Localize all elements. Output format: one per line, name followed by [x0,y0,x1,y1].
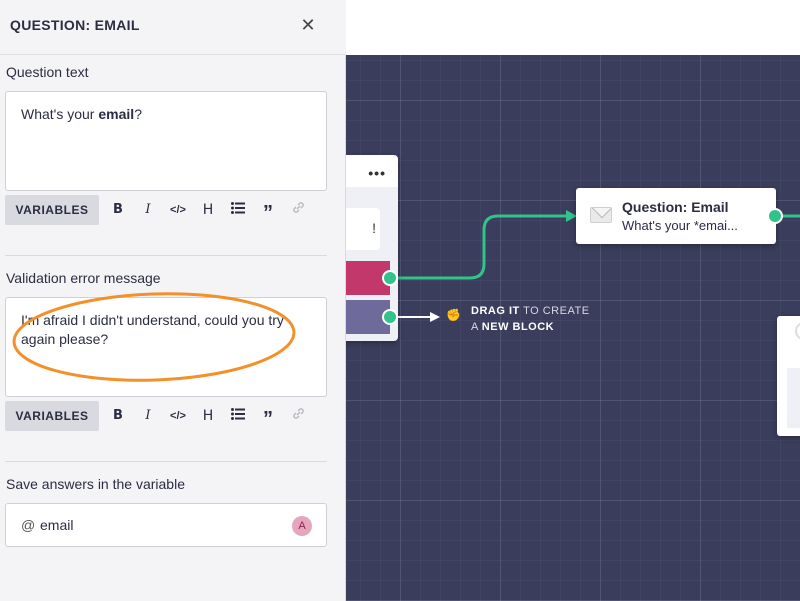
save-answers-label: Save answers in the variable [6,476,185,492]
top-bar [346,0,800,55]
validation-message-editor[interactable]: I'm afraid I didn't understand, could yo… [5,297,327,397]
question-settings-panel: QUESTION: EMAIL ✕ Question text What's y… [0,0,346,601]
block-menu-icon[interactable]: ••• [368,165,386,181]
heading-button[interactable]: H [198,407,218,425]
connector-handle-purple[interactable] [382,309,398,325]
heading-button[interactable]: H [198,201,218,219]
connector-handle-pink[interactable] [382,270,398,286]
bold-button[interactable]: B [108,407,128,425]
connector-handle-email[interactable] [767,208,783,224]
at-prefix: @ [21,517,36,533]
drag-hint-line1: DRAG IT TO CREATE [471,305,590,317]
quote-button[interactable]: ” [258,201,278,224]
question-text-label: Question text [6,64,89,80]
right-flow-block[interactable] [777,316,800,436]
panel-title: QUESTION: EMAIL [10,17,140,33]
link-icon[interactable] [288,201,308,219]
bold-button[interactable]: B [108,201,128,219]
block-subtitle: What's your *emai... [622,218,738,233]
fist-icon: ✊ [446,308,462,322]
mail-icon [590,207,612,223]
block-content [787,368,800,428]
block-title: Question: Email [622,199,729,215]
variable-input[interactable]: @ email A [5,503,327,547]
italic-button[interactable]: I [138,201,158,219]
validation-label: Validation error message [6,270,161,286]
code-button[interactable]: </> [168,407,188,425]
flow-canvas[interactable] [346,55,800,601]
email-question-block[interactable]: Question: Email What's your *emai... [576,188,776,244]
variables-button[interactable]: VARIABLES [5,195,99,225]
close-icon[interactable]: ✕ [298,15,318,35]
avatar: A [292,516,312,536]
message-bubble: ! [340,208,380,250]
validation-toolbar: VARIABLES B I </> H ” [5,401,327,431]
drag-hint-line2: A NEW BLOCK [471,321,555,333]
bulleted-list-icon[interactable] [228,407,248,425]
link-icon[interactable] [288,407,308,425]
bubble-text: ! [372,220,376,236]
divider [5,461,327,462]
divider [5,255,327,256]
code-button[interactable]: </> [168,201,188,219]
chat-icon [795,322,800,340]
italic-button[interactable]: I [138,407,158,425]
variable-value: email [40,517,74,533]
question-text-editor[interactable]: What's your email? [5,91,327,191]
panel-header: QUESTION: EMAIL ✕ [0,0,346,55]
quote-button[interactable]: ” [258,407,278,430]
question-text-toolbar: VARIABLES B I </> H ” [5,195,327,225]
bulleted-list-icon[interactable] [228,201,248,219]
variables-button[interactable]: VARIABLES [5,401,99,431]
